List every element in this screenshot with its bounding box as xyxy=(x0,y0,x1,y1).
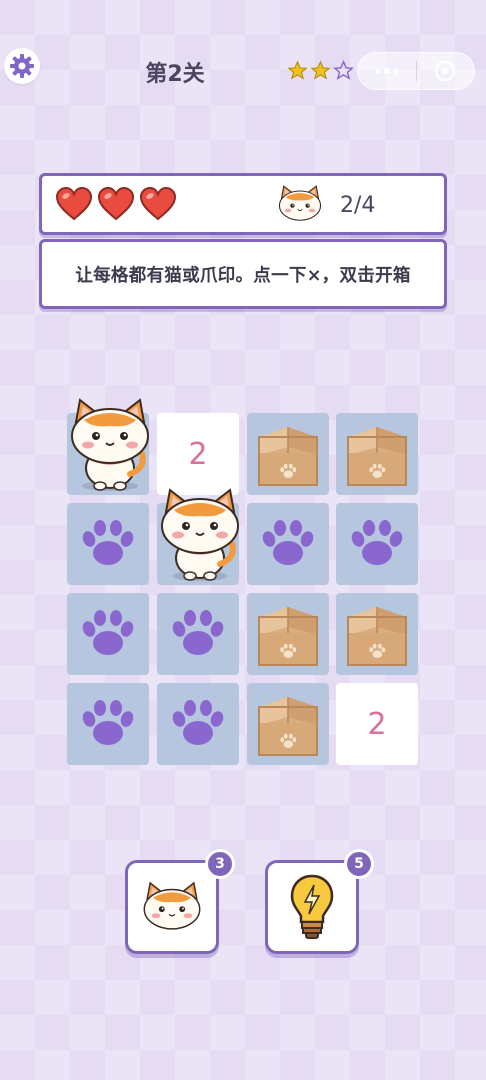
hint-bulb-button[interactable] xyxy=(265,860,359,954)
heart-icon xyxy=(139,186,177,221)
cat-face-icon xyxy=(143,882,201,930)
grid-cell-r1c4[interactable] xyxy=(336,413,418,495)
box-icon xyxy=(258,426,318,486)
grid-cell-r3c2[interactable] xyxy=(157,593,239,675)
more-dots-icon xyxy=(375,67,399,75)
settings-button[interactable] xyxy=(4,48,40,84)
close-circle-icon xyxy=(435,60,456,82)
paw-icon xyxy=(260,520,316,565)
place-cat-button[interactable] xyxy=(125,860,219,954)
heart-icon xyxy=(97,186,135,221)
cat-face-icon xyxy=(278,185,322,221)
heart-icon xyxy=(55,186,93,221)
grid-cell-r2c1[interactable] xyxy=(67,503,149,585)
star-filled-icon xyxy=(310,60,331,80)
more-button[interactable] xyxy=(358,53,416,89)
paw-icon xyxy=(349,520,405,565)
paw-icon xyxy=(170,610,226,655)
close-button[interactable] xyxy=(417,53,475,89)
instruction-text: 让每格都有猫或爪印。点一下×，双击开箱 xyxy=(75,266,411,286)
grid-cell-r2c4[interactable] xyxy=(336,503,418,585)
cat-character[interactable] xyxy=(62,396,158,494)
grid-cell-r4c1[interactable] xyxy=(67,683,149,765)
box-icon xyxy=(347,426,407,486)
grid-cell-r2c3[interactable] xyxy=(247,503,329,585)
star-empty-icon xyxy=(333,60,354,80)
grid-cell-r3c3[interactable] xyxy=(247,593,329,675)
paw-icon xyxy=(80,610,136,655)
bulb-hint-count-badge: 5 xyxy=(344,849,374,879)
cat-count: 2/4 xyxy=(340,193,376,218)
grid-cell-r3c1[interactable] xyxy=(67,593,149,675)
paw-icon xyxy=(80,700,136,745)
grid-cell-r4c4[interactable]: 2 xyxy=(336,683,418,765)
grid-cell-r4c2[interactable] xyxy=(157,683,239,765)
box-icon xyxy=(258,696,318,756)
lives xyxy=(55,186,177,222)
clue-number: 2 xyxy=(188,436,208,472)
level-stars xyxy=(287,60,354,81)
mini-program-capsule xyxy=(357,52,475,90)
grid-cell-r4c3[interactable] xyxy=(247,683,329,765)
cat-hint-count-badge: 3 xyxy=(205,849,235,879)
box-icon xyxy=(347,606,407,666)
clue-number: 2 xyxy=(367,706,387,742)
level-title: 第2关 xyxy=(145,62,205,87)
gear-icon xyxy=(10,54,34,78)
cat-character[interactable] xyxy=(152,486,248,584)
star-filled-icon xyxy=(287,60,308,80)
box-icon xyxy=(258,606,318,666)
lightbulb-icon xyxy=(290,874,334,939)
grid-cell-r1c2[interactable]: 2 xyxy=(157,413,239,495)
paw-icon xyxy=(80,520,136,565)
grid-cell-r3c4[interactable] xyxy=(336,593,418,675)
paw-icon xyxy=(170,700,226,745)
grid-cell-r1c3[interactable] xyxy=(247,413,329,495)
